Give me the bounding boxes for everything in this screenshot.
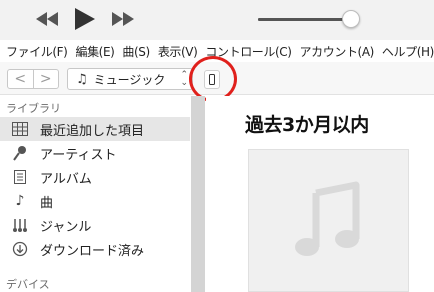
menu-help[interactable]: ヘルプ(H) — [382, 43, 434, 60]
play-button[interactable] — [72, 6, 98, 32]
sidebar-item-downloaded[interactable]: ダウンロード済み — [0, 237, 190, 261]
sidebar-scrollbar[interactable] — [191, 96, 205, 292]
sidebar-item-label: ジャンル — [40, 219, 92, 235]
fast-forward-button[interactable] — [110, 6, 136, 32]
menu-song[interactable]: 曲(S) — [122, 43, 150, 60]
section-title: 過去3か月以内 — [245, 114, 369, 136]
menu-edit[interactable]: 編集(E) — [75, 43, 114, 60]
devices-header: デバイス — [6, 278, 50, 291]
player-bar — [0, 0, 434, 40]
navigation-buttons: < > — [7, 69, 59, 89]
play-icon — [75, 8, 95, 30]
music-note-icon: ♪ — [15, 193, 25, 209]
album-icon — [0, 169, 40, 185]
media-kind-label: ミュージック — [93, 72, 166, 87]
menu-file[interactable]: ファイル(F) — [6, 43, 68, 60]
updown-chevron-icon: ⌃ ⌄ — [180, 70, 188, 88]
sidebar-item-recently-added[interactable]: 最近追加した項目 — [0, 117, 190, 141]
volume-knob[interactable] — [342, 10, 361, 28]
volume-fill — [258, 18, 352, 21]
main-content: 過去3か月以内 — [206, 96, 434, 292]
grid-icon — [0, 122, 40, 136]
sidebar-item-label: アルバム — [40, 171, 92, 187]
download-icon — [0, 241, 40, 257]
rewind-icon — [36, 12, 58, 26]
back-button[interactable]: < — [8, 70, 33, 88]
sidebar: ライブラリ 最近追加した項目 アーティスト アルバム ♪ 曲 ジャンル ダウンロ… — [0, 96, 190, 292]
sidebar-item-genres[interactable]: ジャンル — [0, 213, 190, 237]
sidebar-item-albums[interactable]: アルバム — [0, 165, 190, 189]
sidebar-item-label: ダウンロード済み — [40, 243, 145, 259]
volume-slider[interactable] — [258, 18, 354, 21]
forward-button[interactable]: > — [32, 70, 59, 88]
genre-icon — [0, 217, 40, 233]
album-artwork-placeholder[interactable] — [248, 149, 409, 292]
menu-view[interactable]: 表示(V) — [158, 43, 198, 60]
menu-account[interactable]: アカウント(A) — [300, 43, 375, 60]
sidebar-item-label: 曲 — [40, 195, 54, 211]
fast-forward-icon — [112, 12, 134, 26]
sidebar-item-artists[interactable]: アーティスト — [0, 141, 190, 165]
music-note-icon: ♫ — [76, 71, 88, 87]
microphone-icon — [0, 145, 40, 161]
sidebar-item-songs[interactable]: ♪ 曲 — [0, 189, 190, 213]
music-note-icon — [294, 181, 359, 256]
library-header: ライブラリ — [6, 102, 61, 115]
media-kind-select[interactable]: ♫ ミュージック ⌃ ⌄ — [67, 68, 193, 90]
sidebar-item-label: アーティスト — [40, 147, 117, 163]
sidebar-item-label: 最近追加した項目 — [40, 123, 145, 139]
rewind-button[interactable] — [34, 6, 60, 32]
